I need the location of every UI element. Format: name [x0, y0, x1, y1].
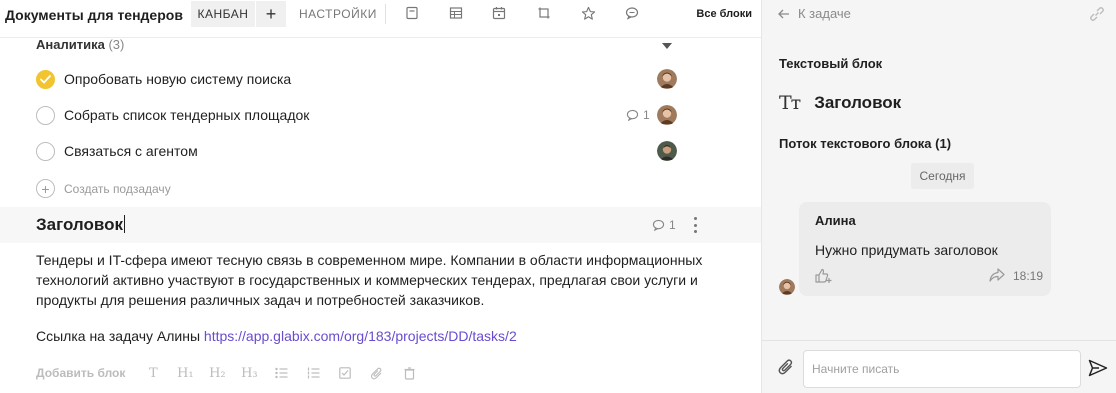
- task-title[interactable]: Собрать список тендерных площадок: [64, 107, 309, 123]
- create-subtask-button[interactable]: + Создать подзадачу: [36, 179, 171, 198]
- comment-composer: [762, 340, 1116, 393]
- heading-block[interactable]: Заголовок 1: [0, 207, 761, 243]
- task-link[interactable]: https://app.glabix.com/org/183/projects/…: [204, 328, 517, 344]
- heading2-icon[interactable]: H₂: [201, 364, 233, 382]
- task-title[interactable]: Связаться с агентом: [64, 143, 198, 159]
- block-heading: Заголовок: [814, 93, 902, 112]
- page-title: Документы для тендеров: [5, 7, 183, 23]
- comment-text: Нужно придумать заголовок: [815, 242, 998, 258]
- assignee-avatar[interactable]: [657, 105, 677, 125]
- paperclip-icon[interactable]: [778, 358, 794, 381]
- comment-icon: [652, 219, 665, 231]
- link-paragraph: Ссылка на задачу Алины https://app.glabi…: [36, 326, 517, 346]
- more-options-icon[interactable]: [692, 217, 698, 233]
- collapse-group-icon[interactable]: [662, 43, 672, 49]
- task-row[interactable]: Связаться с агентом: [0, 134, 761, 170]
- toolbar-divider: [385, 4, 386, 24]
- block-comment-count[interactable]: 1: [652, 218, 676, 232]
- task-title[interactable]: Опробовать новую систему поиска: [64, 71, 291, 87]
- comment-author: Алина: [815, 213, 856, 228]
- send-icon[interactable]: [1088, 359, 1108, 382]
- comment-bubble: Алина Нужно придумать заголовок 18:19: [799, 202, 1051, 296]
- delete-icon[interactable]: [393, 364, 425, 382]
- heading1-icon[interactable]: H₁: [169, 364, 201, 382]
- group-count: (3): [108, 37, 125, 52]
- checklist-icon[interactable]: [329, 364, 361, 382]
- all-blocks-button[interactable]: Все блоки: [696, 1, 752, 27]
- back-label: К задаче: [798, 6, 851, 21]
- comment-icon: [626, 109, 639, 121]
- tab-settings[interactable]: НАСТРОЙКИ: [299, 1, 377, 27]
- task-checkbox[interactable]: [36, 142, 55, 161]
- section-title: Текстовый блок: [779, 56, 883, 71]
- group-header[interactable]: Аналитика (3): [36, 37, 124, 52]
- add-block-toolbar: Добавить блок T H₁ H₂ H₃: [36, 364, 425, 382]
- task-checkbox[interactable]: [36, 106, 55, 125]
- bullet-list-icon[interactable]: [265, 364, 297, 382]
- assignee-avatar[interactable]: [657, 69, 677, 89]
- document-icon[interactable]: [404, 5, 420, 21]
- comment-time: 18:19: [1013, 269, 1044, 283]
- numbered-list-icon[interactable]: [297, 364, 329, 382]
- block-preview: Tт Заголовок: [779, 92, 901, 114]
- block-thread-panel: К задаче Текстовый блок Tт Заголовок Пот…: [761, 0, 1116, 393]
- star-icon[interactable]: [580, 5, 596, 21]
- forward-icon[interactable]: [989, 268, 1005, 287]
- text-block-icon: Tт: [779, 92, 801, 114]
- task-checkbox-checked[interactable]: [36, 70, 55, 89]
- crop-icon[interactable]: [536, 5, 552, 21]
- comment-count-value: 1: [669, 218, 676, 232]
- task-pane: Документы для тендеров КАНБАН + НАСТРОЙК…: [0, 0, 761, 393]
- table-icon[interactable]: [448, 5, 464, 21]
- attachment-icon[interactable]: [361, 364, 393, 382]
- arrow-left-icon: [778, 9, 789, 18]
- heading-text[interactable]: Заголовок: [36, 215, 126, 235]
- copy-link-icon[interactable]: [1088, 5, 1106, 28]
- paragraph-block[interactable]: Тендеры и IT-сфера имеют тесную связь в …: [36, 250, 736, 310]
- heading3-icon[interactable]: H₃: [233, 364, 265, 382]
- create-subtask-label: Создать подзадачу: [64, 181, 171, 196]
- comment-author-avatar[interactable]: [779, 279, 795, 295]
- text-block-icon[interactable]: T: [137, 364, 169, 382]
- comment-input[interactable]: [803, 350, 1081, 388]
- tab-kanban[interactable]: КАНБАН: [191, 1, 255, 27]
- back-to-task-link[interactable]: К задаче: [778, 6, 851, 21]
- comment-count[interactable]: 1: [626, 108, 650, 122]
- add-reaction-icon[interactable]: [815, 268, 833, 289]
- assignee-avatar[interactable]: [657, 141, 677, 161]
- task-row[interactable]: Опробовать новую систему поиска: [0, 62, 761, 98]
- calendar-icon[interactable]: [491, 5, 507, 21]
- add-tab-button[interactable]: +: [256, 1, 286, 27]
- chat-icon[interactable]: [624, 5, 640, 21]
- top-bar: Документы для тендеров КАНБАН + НАСТРОЙК…: [0, 0, 761, 38]
- comment-count-value: 1: [643, 108, 650, 122]
- text-cursor: [124, 215, 126, 233]
- group-name: Аналитика: [36, 37, 105, 52]
- task-row[interactable]: Собрать список тендерных площадок 1: [0, 98, 761, 134]
- thread-title: Поток текстового блока (1): [779, 136, 952, 151]
- add-block-label: Добавить блок: [36, 366, 126, 380]
- plus-circle-icon: +: [36, 179, 55, 198]
- date-chip: Сегодня: [911, 163, 974, 189]
- link-prefix: Ссылка на задачу Алины: [36, 328, 204, 344]
